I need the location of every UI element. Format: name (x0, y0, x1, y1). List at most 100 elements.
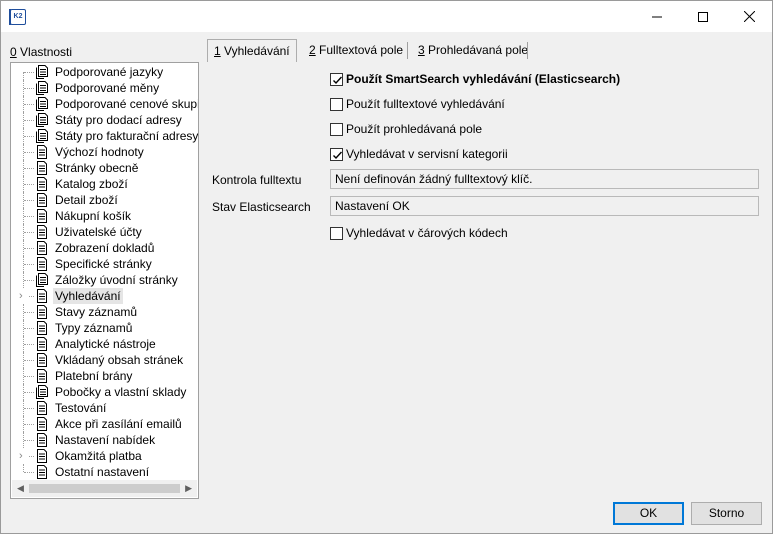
tree-line (24, 168, 34, 169)
tree-item[interactable]: Státy pro dodací adresy (11, 112, 198, 128)
tree-item[interactable]: Analytické nástroje (11, 336, 198, 352)
tree-item-label: Záložky úvodní stránky (55, 273, 178, 287)
tree-line (24, 328, 34, 329)
tree-item[interactable]: Podporované jazyky (11, 64, 198, 80)
tree-item[interactable]: Stavy záznamů (11, 304, 198, 320)
doc-icon (35, 225, 49, 239)
checkbox-box[interactable] (330, 97, 343, 111)
tree-item[interactable]: Typy záznamů (11, 320, 198, 336)
smartsearch-checkbox[interactable]: Použít SmartSearch vyhledávání (Elastics… (330, 71, 620, 87)
tree-item-label: Podporované jazyky (55, 65, 164, 79)
multi-doc-icon (35, 385, 49, 399)
tree-item[interactable]: Ostatní nastavení (11, 464, 198, 480)
maximize-button[interactable] (680, 1, 726, 32)
tree-item[interactable]: Státy pro fakturační adresy (11, 128, 198, 144)
scroll-right-icon[interactable]: ▶ (185, 483, 192, 494)
tree-item[interactable]: Detail zboží (11, 192, 198, 208)
tree-item[interactable]: Nastavení nabídek (11, 432, 198, 448)
doc-icon (35, 209, 49, 223)
tree-item[interactable]: › Vyhledávání (11, 288, 198, 304)
checkmark-icon (333, 151, 343, 159)
checkbox-box[interactable] (330, 147, 343, 161)
tree-item[interactable]: Nákupní košík (11, 208, 198, 224)
tree-line (24, 376, 34, 377)
tree-item[interactable]: Specifické stránky (11, 256, 198, 272)
tree-item[interactable]: Zobrazení dokladů (11, 240, 198, 256)
searched-fields-label: Použít prohledávaná pole (346, 122, 483, 136)
doc-icon (35, 257, 49, 271)
tree-item[interactable]: Katalog zboží (11, 176, 198, 192)
properties-label: 0 Vlastnosti (10, 45, 73, 59)
tree-item-label: Státy pro dodací adresy (55, 113, 182, 127)
close-button[interactable] (726, 1, 772, 32)
tree-item-label: Stavy záznamů (55, 305, 138, 319)
smartsearch-label: Použít SmartSearch vyhledávání (Elastics… (346, 72, 621, 86)
tree-item-label: Okamžitá platba (55, 449, 142, 463)
properties-tree[interactable]: Ostatní nastavení › Okamžitá platba Nastave… (10, 62, 199, 499)
ok-button[interactable]: OK (613, 502, 684, 525)
tree-item-label: Katalog zboží (55, 177, 128, 191)
tree-item[interactable]: Podporované měny (11, 80, 198, 96)
doc-icon (35, 433, 49, 447)
tree-item[interactable]: Výchozí hodnoty (11, 144, 198, 160)
tree-item-label: Analytické nástroje (55, 337, 156, 351)
tree-item-label: Platební brány (55, 369, 133, 383)
elastic-state-field[interactable]: Nastavení OK (330, 196, 759, 216)
tree-item[interactable]: Stránky obecně (11, 160, 198, 176)
checkbox-box[interactable] (330, 122, 343, 136)
tab-fulltext-fields[interactable]: 2 Fulltextová pole (303, 39, 409, 61)
doc-icon (35, 353, 49, 367)
tree-item-label: Typy záznamů (55, 321, 133, 335)
doc-icon (35, 145, 49, 159)
tab-search[interactable]: 1 Vyhledávání (207, 39, 297, 62)
expand-chevron-icon[interactable]: › (19, 448, 29, 464)
tree-line (24, 424, 34, 425)
tree-item[interactable]: Záložky úvodní stránky (11, 272, 198, 288)
tree-item[interactable]: › Okamžitá platba (11, 448, 198, 464)
doc-icon (35, 161, 49, 175)
checkbox-box[interactable] (330, 226, 343, 240)
doc-icon (35, 465, 49, 479)
scrollbar-thumb[interactable] (29, 484, 180, 493)
fulltext-check-field[interactable]: Není definován žádný fulltextový klíč. (330, 169, 759, 189)
tree-item[interactable]: Pobočky a vlastní sklady (11, 384, 198, 400)
fulltext-check-label: Kontrola fulltextu (212, 173, 302, 187)
tree-item-label: Uživatelské účty (55, 225, 142, 239)
service-category-label: Vyhledávat v servisní kategorii (346, 147, 508, 161)
expand-chevron-icon[interactable]: › (19, 288, 29, 304)
service-category-checkbox[interactable]: Vyhledávat v servisní kategorii (330, 146, 508, 162)
tree-item[interactable]: Podporované cenové skupiny (11, 96, 198, 112)
tree-line (24, 280, 34, 281)
close-icon (743, 11, 755, 22)
minimize-button[interactable] (634, 1, 680, 32)
tree-line (24, 200, 34, 201)
tree-item-label: Akce při zasílání emailů (55, 417, 182, 431)
multi-doc-icon (35, 113, 49, 127)
cancel-button[interactable]: Storno (691, 502, 762, 525)
tab-searched-fields[interactable]: 3 Prohledávaná pole (412, 39, 534, 61)
doc-icon (35, 369, 49, 383)
tree-line (24, 360, 34, 361)
tree-item[interactable]: Vkládaný obsah stránek (11, 352, 198, 368)
multi-doc-icon (35, 65, 49, 79)
horizontal-scrollbar[interactable]: ◀ ▶ (12, 480, 197, 497)
scroll-left-icon[interactable]: ◀ (17, 483, 24, 494)
doc-icon (35, 401, 49, 415)
tree-item[interactable]: Testování (11, 400, 198, 416)
tree-item-label: Vyhledávání (53, 288, 123, 304)
checkbox-box[interactable] (330, 72, 343, 86)
fulltext-checkbox[interactable]: Použít fulltextové vyhledávání (330, 96, 505, 112)
tree-item[interactable]: Uživatelské účty (11, 224, 198, 240)
tree-line (24, 88, 34, 89)
doc-icon (35, 305, 49, 319)
tree-item[interactable]: Platební brány (11, 368, 198, 384)
tree-line (24, 408, 34, 409)
fulltext-label: Použít fulltextové vyhledávání (346, 97, 505, 111)
tree-item-label: Podporované cenové skupiny (55, 97, 199, 111)
doc-icon (35, 449, 49, 463)
searched-fields-checkbox[interactable]: Použít prohledávaná pole (330, 121, 482, 137)
barcodes-checkbox[interactable]: Vyhledávat v čárových kódech (330, 225, 508, 241)
tree-item[interactable]: Akce při zasílání emailů (11, 416, 198, 432)
tree-line (24, 152, 34, 153)
tree-line (24, 472, 34, 473)
